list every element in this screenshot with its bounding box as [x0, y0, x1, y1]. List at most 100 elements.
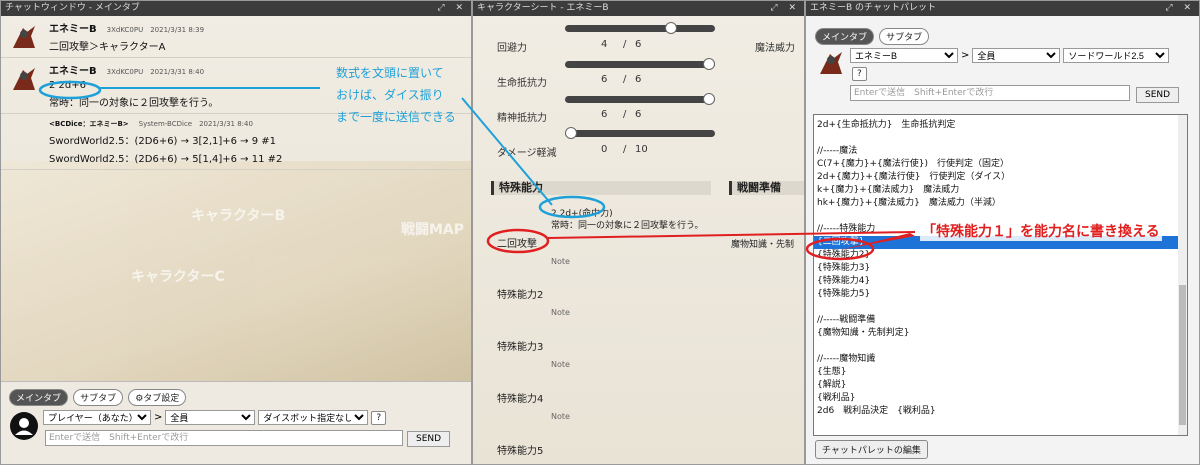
- chat-message: エネミーB 3XdKC0PU 2021/3/31 8:39 二回攻撃＞キャラクター…: [1, 16, 471, 58]
- palette-item[interactable]: 2d+{生命抵抗力} 生命抵抗判定: [814, 119, 1187, 132]
- sender-select[interactable]: プレイヤー（あなた）: [43, 410, 151, 425]
- palette-item[interactable]: {特殊能力4}: [814, 275, 1187, 288]
- ability-description: 常時：同一の対象に２回攻撃を行う。: [551, 221, 704, 231]
- chat-input[interactable]: Enterで送信 Shift+Enterで改行: [45, 430, 403, 446]
- tab-settings[interactable]: ⚙タブ設定: [128, 389, 187, 406]
- palette-item[interactable]: //-----魔物知識: [814, 353, 1187, 366]
- stat-max: 6: [635, 39, 642, 50]
- palette-item[interactable]: {戦利品}: [814, 392, 1187, 405]
- tab-settings-label: タブ設定: [143, 394, 180, 404]
- tab-sub[interactable]: サブタブ: [73, 389, 124, 406]
- window-controls[interactable]: ⤢ ✕: [770, 1, 800, 16]
- ability-name[interactable]: 二回攻撃: [497, 235, 537, 250]
- chat-titlebar: チャットウィンドウ - メインタブ ⤢ ✕: [1, 1, 471, 16]
- window-controls[interactable]: ⤢ ✕: [1165, 1, 1195, 16]
- stat-max: 6: [635, 74, 642, 85]
- palette-item[interactable]: {生態}: [814, 366, 1187, 379]
- palette-titlebar: エネミーB のチャットパレット ⤢ ✕: [806, 1, 1199, 16]
- help-button[interactable]: ?: [852, 67, 867, 81]
- palette-item[interactable]: hk+{魔力}+{魔法威力} 魔法威力（半減）: [814, 197, 1187, 210]
- edit-palette-button[interactable]: チャットパレットの編集: [815, 440, 928, 459]
- send-button[interactable]: SEND: [407, 431, 451, 447]
- map-token-label-c: キャラクターC: [131, 269, 225, 285]
- side-stat-label: 魔法威力: [755, 43, 795, 54]
- palette-item[interactable]: [814, 301, 1187, 314]
- palette-item[interactable]: {特殊能力3}: [814, 262, 1187, 275]
- stat-slider[interactable]: [565, 22, 715, 34]
- ability-name[interactable]: 特殊能力4: [497, 390, 543, 405]
- ability-name[interactable]: 特殊能力2: [497, 286, 543, 301]
- slider-knob[interactable]: [665, 22, 677, 34]
- stat-separator: /: [623, 144, 627, 155]
- palette-item[interactable]: 2d+{魔力}+{魔法行使} 行使判定（ダイス）: [814, 171, 1187, 184]
- map-title: 戦闘MAP: [401, 222, 465, 238]
- stat-slider[interactable]: [565, 58, 715, 70]
- character-sheet: キャラクターシート - エネミーB ⤢ ✕ 回避力 4 / 6 生命抵抗力 6 …: [472, 0, 805, 465]
- blue-annotation-line: おけば、ダイス振り: [336, 88, 444, 102]
- battle-prep-item: 魔物知識・先制: [731, 240, 795, 250]
- palette-item[interactable]: {特殊能力2}: [814, 249, 1187, 262]
- stat-slider[interactable]: [565, 127, 715, 139]
- ability-name[interactable]: 特殊能力3: [497, 338, 543, 353]
- ability-note: Note: [551, 412, 570, 421]
- ability-note: Note: [551, 308, 570, 317]
- message-text: 二回攻撃＞キャラクターA: [49, 42, 166, 53]
- stat-label: 回避力: [497, 43, 527, 54]
- slider-knob[interactable]: [703, 58, 715, 70]
- stat-max: 6: [635, 109, 642, 120]
- chat-title: チャットウィンドウ - メインタブ: [5, 3, 140, 13]
- map-token-label-b: キャラクターB: [191, 208, 286, 224]
- section-special-abilities: 特殊能力: [491, 181, 711, 195]
- palette-item[interactable]: {特殊能力5}: [814, 288, 1187, 301]
- palette-item[interactable]: [814, 340, 1187, 353]
- palette-item[interactable]: //-----戦闘準備: [814, 314, 1187, 327]
- slider-knob[interactable]: [565, 127, 577, 139]
- dice-result: SwordWorld2.5：(2D6+6) → 5[1,4]+6 → 11 #2: [49, 154, 283, 165]
- tab-sub[interactable]: サブタブ: [879, 28, 930, 45]
- palette-item[interactable]: C(7+{魔力}+{魔法行使}) 行使判定（固定）: [814, 158, 1187, 171]
- enemy-avatar-icon: [13, 26, 35, 48]
- message-meta: 3XdKC0PU 2021/3/31 8:40: [106, 68, 205, 76]
- help-button[interactable]: ?: [371, 410, 387, 425]
- send-button[interactable]: SEND: [1136, 87, 1180, 103]
- sheet-title: キャラクターシート - エネミーB: [477, 3, 609, 13]
- palette-items: 2d+{生命抵抗力} 生命抵抗判定 //-----魔法 C(7+{魔力}+{魔法行使…: [814, 119, 1187, 418]
- palette-input[interactable]: Enterで送信 Shift+Enterで改行: [850, 85, 1130, 101]
- tab-main[interactable]: メインタブ: [815, 28, 875, 45]
- stat-max: 10: [635, 144, 648, 155]
- palette-item[interactable]: //-----魔法: [814, 145, 1187, 158]
- stat-current: 6: [601, 109, 608, 120]
- tab-main[interactable]: メインタブ: [9, 389, 69, 406]
- system-select[interactable]: ソードワールド2.5: [1063, 48, 1170, 63]
- stat-slider[interactable]: [565, 93, 715, 105]
- target-select[interactable]: 全員: [972, 48, 1061, 63]
- window-controls[interactable]: ⤢ ✕: [437, 1, 467, 16]
- message-meta: System-BCDice 2021/3/31 8:40: [138, 120, 253, 128]
- stat-separator: /: [623, 109, 627, 120]
- palette-item[interactable]: k+{魔力}+{魔法威力} 魔法威力: [814, 184, 1187, 197]
- ability-note: Note: [551, 360, 570, 369]
- palette-item[interactable]: 2d6 戦利品決定 {戦利品}: [814, 405, 1187, 418]
- blue-annotation: 数式を文頭に置いて おけば、ダイス振り まで一度に送信できる: [336, 62, 456, 128]
- user-avatar-icon: [10, 412, 38, 440]
- palette-item[interactable]: {魔物知識・先制判定}: [814, 327, 1187, 340]
- sheet-titlebar: キャラクターシート - エネミーB ⤢ ✕: [473, 1, 804, 16]
- stat-separator: /: [623, 74, 627, 85]
- dicebot-select[interactable]: ダイスボット指定なし: [258, 410, 369, 425]
- ability-name[interactable]: 特殊能力5: [497, 442, 543, 457]
- scrollbar-thumb[interactable]: [1179, 285, 1186, 425]
- dice-result: SwordWorld2.5：(2D6+6) → 3[2,1]+6 → 9 #1: [49, 136, 277, 147]
- palette-title: エネミーB のチャットパレット: [810, 3, 936, 13]
- stat-current: 6: [601, 74, 608, 85]
- target-select[interactable]: 全員: [165, 410, 256, 425]
- palette-item[interactable]: [814, 132, 1187, 145]
- palette-item[interactable]: {解説}: [814, 379, 1187, 392]
- character-select[interactable]: エネミーB: [850, 48, 958, 63]
- palette-list[interactable]: 2d+{生命抵抗力} 生命抵抗判定 //-----魔法 C(7+{魔力}+{魔法行使…: [813, 114, 1188, 436]
- arrow-separator-icon: >: [961, 50, 970, 61]
- slider-knob[interactable]: [703, 93, 715, 105]
- scrollbar[interactable]: [1178, 115, 1187, 435]
- message-sender: エネミーB: [49, 24, 97, 35]
- message-sender: エネミーB: [49, 66, 97, 77]
- section-battle-prep: 戦闘準備: [729, 181, 804, 195]
